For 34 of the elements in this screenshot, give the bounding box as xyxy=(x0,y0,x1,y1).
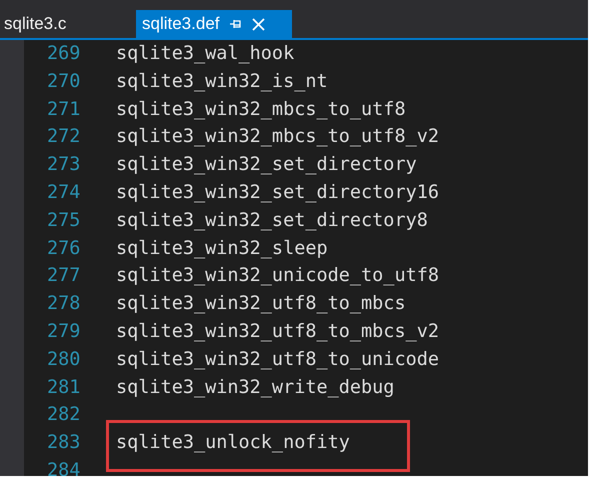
file-tab[interactable]: sqlite3.def xyxy=(136,10,292,38)
code-text: sqlite3_wal_hook xyxy=(116,42,294,66)
line-number: 277 xyxy=(47,264,82,288)
line-number: 280 xyxy=(47,348,82,372)
code-text: sqlite3_win32_utf8_to_unicode xyxy=(116,348,440,372)
line-number: 284 xyxy=(47,458,82,476)
close-icon[interactable] xyxy=(252,18,264,30)
line-number: 282 xyxy=(47,403,82,428)
code-text: sqlite3_win32_set_directory xyxy=(116,153,417,178)
code-text: sqlite3_unlock_nofity xyxy=(116,431,350,456)
code-text: sqlite3_win32_utf8_to_mbcs_v2 xyxy=(116,320,440,344)
pin-icon[interactable] xyxy=(230,19,242,29)
code-text: sqlite3_win32_utf8_to_mbcs xyxy=(116,292,406,316)
code-text: sqlite3_win32_mbcs_to_utf8 xyxy=(116,98,406,122)
line-number: 283 xyxy=(47,431,82,456)
line-number: 269 xyxy=(47,42,82,66)
code-text: sqlite3_win32_set_directory16 xyxy=(116,181,440,205)
code-text: sqlite3_win32_write_debug xyxy=(116,376,394,400)
code-text: sqlite3_win32_is_nt xyxy=(116,70,328,94)
line-number: 279 xyxy=(47,320,82,344)
line-number: 275 xyxy=(47,208,82,233)
code-text: sqlite3_win32_unicode_to_utf8 xyxy=(116,264,440,288)
line-number: 273 xyxy=(47,153,82,178)
code-text: sqlite3_win32_set_directory8 xyxy=(116,208,428,233)
line-number: 274 xyxy=(47,181,82,205)
line-number: 271 xyxy=(47,98,82,122)
code-text: sqlite3_win32_mbcs_to_utf8_v2 xyxy=(116,125,440,150)
file-tab[interactable]: sqlite3.c xyxy=(0,10,136,38)
line-number: 270 xyxy=(47,70,82,94)
line-number: 276 xyxy=(47,236,82,261)
line-number: 278 xyxy=(47,292,82,316)
line-number: 272 xyxy=(47,125,82,150)
line-number: 281 xyxy=(47,376,82,400)
code-text: sqlite3_win32_sleep xyxy=(116,236,328,261)
